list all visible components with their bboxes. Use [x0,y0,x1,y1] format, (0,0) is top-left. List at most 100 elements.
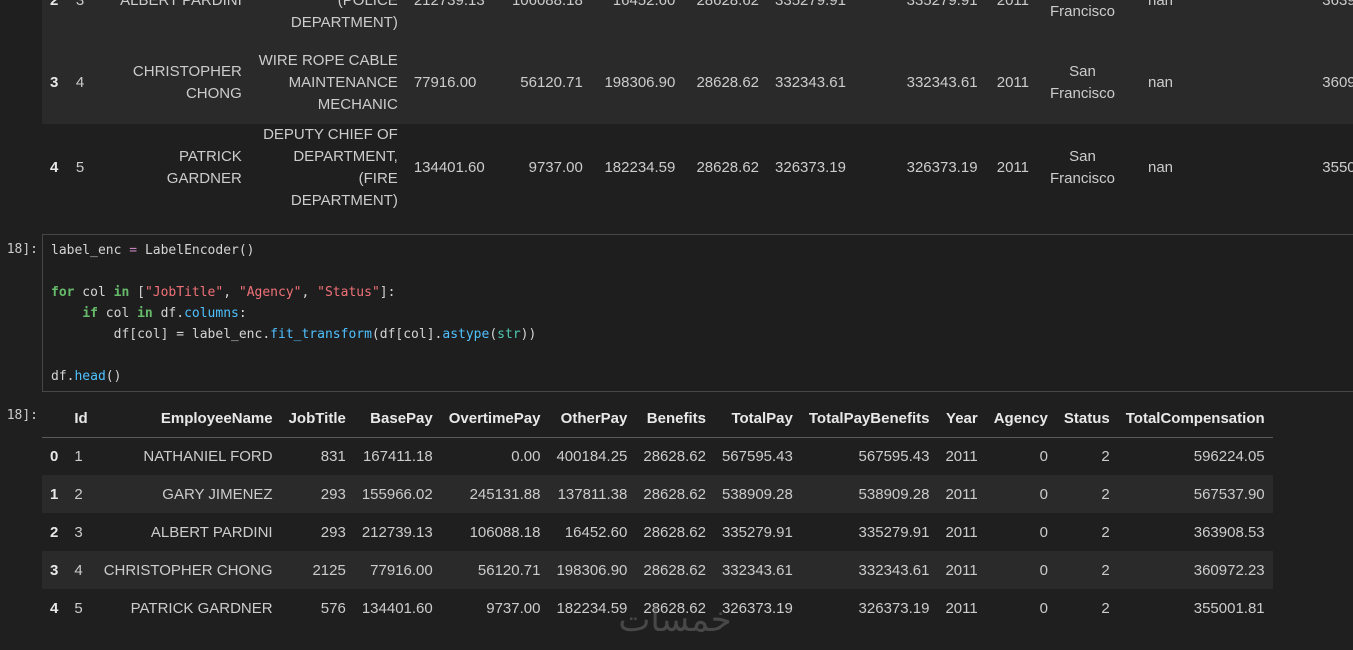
cell-agency: San Francisco [1049,3,1116,20]
code-editor-cell[interactable]: label_enc = LabelEncoder() for col in ["… [42,234,1353,392]
cell-base-pay: 77916.00 [370,561,433,579]
cell-total-compensation: 596224.05 [1193,447,1265,465]
cell-status: 2 [1101,447,1110,465]
output-prompt: 18]: [6,408,38,423]
cell-status: 2 [1101,485,1110,503]
cell-benefits: 28628.62 [643,485,706,503]
cell-employee-name: PATRICK GARDNER [166,148,242,187]
cell-job-title: DEPUTY CHIEF OF DEPARTMENT,(FIRE DEPARTM… [263,126,398,209]
cell-year: 2011 [996,159,1029,176]
code-line-1: label_enc = LabelEncoder() [51,243,255,258]
cell-total-pay-benefits: 567595.43 [858,447,930,465]
cell-base-pay: 212739.13 [413,0,485,9]
cell-base-pay: 167411.18 [362,447,433,465]
header-id: Id [74,409,88,427]
cell-total-compensation: 567537.90 [1193,485,1265,503]
cell-overtime-pay: 56120.71 [520,74,583,91]
cell-employee-name: ALBERT PARDINI [120,0,242,9]
cell-other-pay: 137811.38 [557,485,628,503]
cell-status: 2 [1101,599,1110,617]
header-base-pay: BasePay [370,409,433,427]
cell-job-title: 831 [320,447,346,465]
header-other-pay: OtherPay [560,409,628,427]
cell-total-compensation: 36097 [1322,74,1353,91]
cell-total-pay: 335279.91 [721,523,793,541]
cell-total-pay: 332343.61 [721,561,793,579]
cell-id: 5 [75,159,85,176]
cell-other-pay: 16452.60 [612,0,676,9]
cell-overtime-pay: 56120.71 [477,561,541,579]
code-line-7: df.head() [51,369,122,384]
cell-other-pay: 198306.90 [556,561,628,579]
row-index: 4 [50,159,59,176]
cell-overtime-pay: 9737.00 [528,159,583,176]
cell-base-pay: 134401.60 [361,599,433,617]
cell-overtime-pay: 106088.18 [511,0,583,9]
cell-job-title: 293 [320,523,346,541]
table-row: 2 3 ALBERT PARDINI 293 212739.13 106088.18 164… [42,513,1273,551]
cell-other-pay: 16452.60 [564,523,628,541]
cell-year: 2011 [945,447,978,465]
row-index: 0 [50,447,59,465]
cell-year: 2011 [996,0,1029,9]
cell-agency: 0 [1039,599,1048,617]
cell-benefits: 28628.62 [643,523,706,541]
cell-job-title: 2125 [312,561,346,579]
row-index: 2 [50,523,59,541]
row-index: 3 [50,561,59,579]
cell-benefits: 28628.62 [696,0,760,9]
cell-total-pay-benefits: 335279.91 [906,0,978,9]
cell-total-pay-benefits: 332343.61 [906,74,978,91]
header-total-pay: TotalPay [731,409,793,427]
cell-benefits: 28628.62 [696,159,760,176]
cell-agency: 0 [1039,523,1048,541]
cell-status: 2 [1101,523,1110,541]
cell-total-pay-benefits: 326373.19 [858,599,930,617]
cell-total-pay-benefits: 332343.61 [858,561,930,579]
code-line-3: for col in ["JobTitle", "Agency", "Statu… [51,285,396,300]
cell-base-pay: 134401.60 [413,159,485,176]
header-benefits: Benefits [646,409,706,427]
cell-total-pay: 326373.19 [775,159,846,176]
input-prompt: 18]: [6,242,38,257]
cell-employee-name: CHRISTOPHER CHONG [103,561,273,579]
code-line-4: if col in df.columns: [82,306,247,321]
cell-status: nan [1148,74,1174,91]
cell-employee-name: ALBERT PARDINI [150,523,273,541]
cell-agency: 0 [1039,447,1048,465]
cell-employee-name: PATRICK GARDNER [130,599,273,617]
cell-employee-name: NATHANIEL FORD [143,447,273,465]
header-employee-name: EmployeeName [160,409,273,427]
cell-job-title: CAPTAIN III (POLICE DEPARTMENT) [290,0,398,31]
cell-agency: 0 [1039,485,1048,503]
header-year: Year [946,409,978,427]
table-header-row: Id EmployeeName JobTitle BasePay Overtim… [42,400,1273,437]
cell-job-title: 576 [320,599,346,617]
row-index: 1 [50,485,59,503]
header-index [42,400,66,437]
cell-base-pay: 77916.00 [413,74,477,91]
cell-benefits: 28628.62 [643,447,706,465]
header-agency: Agency [993,409,1048,427]
cell-job-title: WIRE ROPE CABLE MAINTENANCE MECHANIC [258,52,398,113]
cell-year: 2011 [945,523,978,541]
cell-total-pay-benefits: 335279.91 [858,523,930,541]
cell-other-pay: 182234.59 [604,159,676,176]
cell-total-compensation: 36390 [1322,0,1353,9]
cell-total-pay: 567595.43 [721,447,793,465]
cell-year: 2011 [945,561,978,579]
watermark-logo: خمسات [618,600,732,640]
previous-output-table: 2 3 ALBERT PARDINI CAPTAIN III (POLICE D… [42,0,1353,212]
table-row: 1 2 GARY JIMENEZ 293 155966.02 245131.88 13781… [42,475,1273,513]
row-index: 3 [50,74,59,91]
table-row: 4 5 PATRICK GARDNER DEPUTY CHIEF OF DEPA… [42,124,1353,212]
cell-overtime-pay: 245131.88 [469,485,541,503]
cell-status: nan [1148,159,1174,176]
cell-agency: San Francisco [1049,148,1116,187]
cell-total-compensation: 363908.53 [1193,523,1265,541]
code-line-5: df[col] = label_enc.fit_transform(df[col… [113,327,537,342]
cell-total-pay: 332343.61 [775,74,846,91]
header-job-title: JobTitle [288,409,346,427]
cell-base-pay: 212739.13 [361,523,433,541]
